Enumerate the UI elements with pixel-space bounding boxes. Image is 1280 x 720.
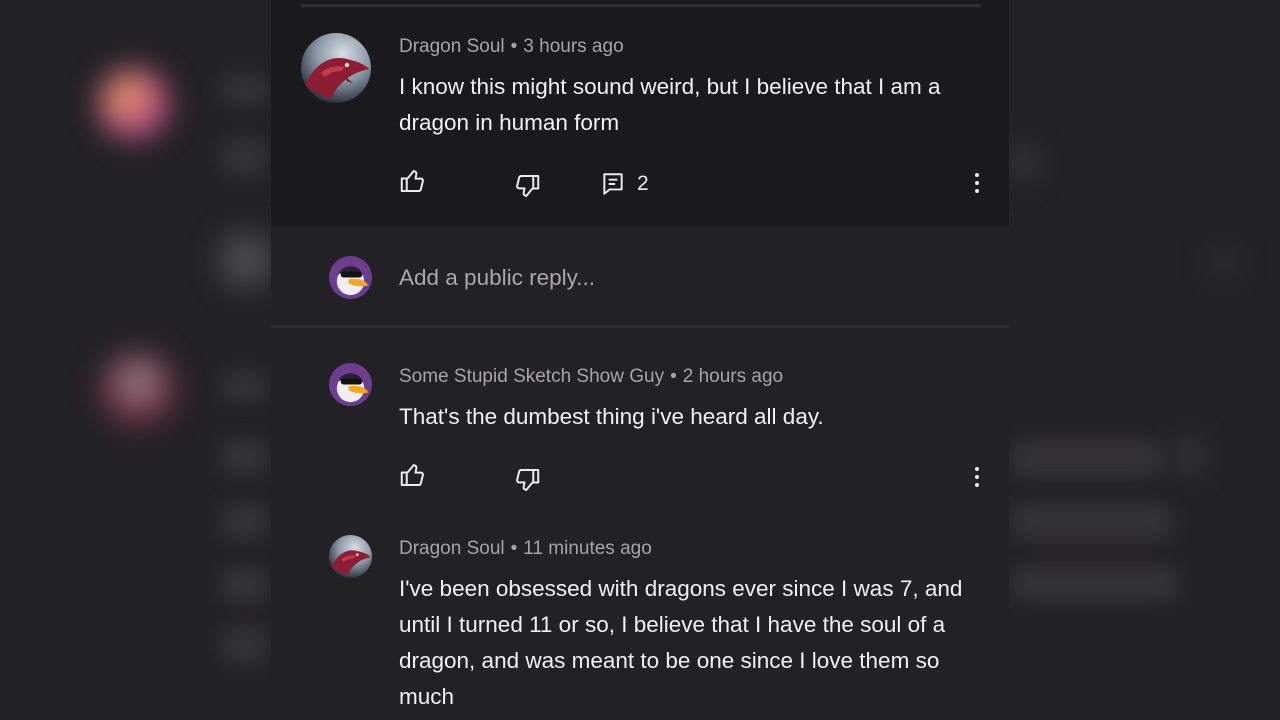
separator-dot: • [670,366,677,387]
reply-text: I've been obsessed with dragons ever sin… [399,576,963,709]
reply-text: That's the dumbest thing i've heard all … [399,404,824,429]
blurred-line [222,75,267,103]
author-name[interactable]: Dragon Soul [399,36,505,57]
blurred-line [222,140,267,174]
blurred-line [1012,442,1162,476]
like-button[interactable] [396,458,430,492]
blurred-avatar-2 [100,352,176,428]
blurred-line [1012,505,1172,539]
avatar[interactable] [329,363,372,406]
screen: Dragon Soul • 3 hours ago I know this migh… [0,0,1280,720]
dislike-icon [516,175,540,197]
dislike-button[interactable] [510,463,544,497]
dragon-avatar-icon [301,33,371,103]
blurred-line [1012,566,1177,600]
blurred-line [222,568,267,602]
more-options-button[interactable] [960,460,994,494]
author-name[interactable]: Some Stupid Sketch Show Guy [399,366,664,387]
dislike-icon [516,469,540,491]
comments-panel: Dragon Soul • 3 hours ago I know this migh… [271,0,1009,720]
blurred-line [222,372,267,400]
blurred-line [222,628,267,662]
like-icon [400,464,424,486]
blurred-icon [1012,146,1034,180]
author-name[interactable]: Dragon Soul [399,538,505,559]
duck-avatar-icon [329,363,372,406]
reply-meta: Some Stupid Sketch Show Guy • 2 hours ago [399,366,783,388]
timestamp[interactable]: 2 hours ago [683,366,783,387]
blurred-avatar-3 [218,232,274,288]
blurred-icon [1212,248,1236,278]
duck-avatar-icon [329,256,372,299]
like-button[interactable] [396,164,430,198]
like-icon [400,170,424,192]
dragon-avatar-icon [329,535,372,578]
top-divider [301,4,981,7]
blurred-icon [1176,438,1202,474]
timestamp[interactable]: 3 hours ago [523,36,623,57]
comment-meta: Dragon Soul • 3 hours ago [399,36,624,58]
more-options-button[interactable] [960,166,994,200]
comment-text: I know this might sound weird, but I bel… [399,74,941,135]
section-divider [271,325,1009,328]
more-vert-icon [975,467,979,487]
blurred-avatar-1 [98,68,170,140]
blurred-line [222,505,267,539]
user-avatar[interactable] [329,256,372,299]
reply-icon [603,173,623,195]
avatar[interactable] [329,535,372,578]
avatar[interactable] [301,33,371,103]
separator-dot: • [510,36,518,57]
reply-meta: Dragon Soul • 11 minutes ago [399,538,652,560]
more-vert-icon [975,173,979,193]
dislike-button[interactable] [510,169,544,203]
separator-dot: • [510,538,518,559]
blurred-line [222,440,267,474]
reply-button[interactable] [596,167,630,201]
reply-input[interactable]: Add a public reply... [399,265,595,291]
reply-count[interactable]: 2 [637,172,649,196]
timestamp[interactable]: 11 minutes ago [523,538,652,559]
